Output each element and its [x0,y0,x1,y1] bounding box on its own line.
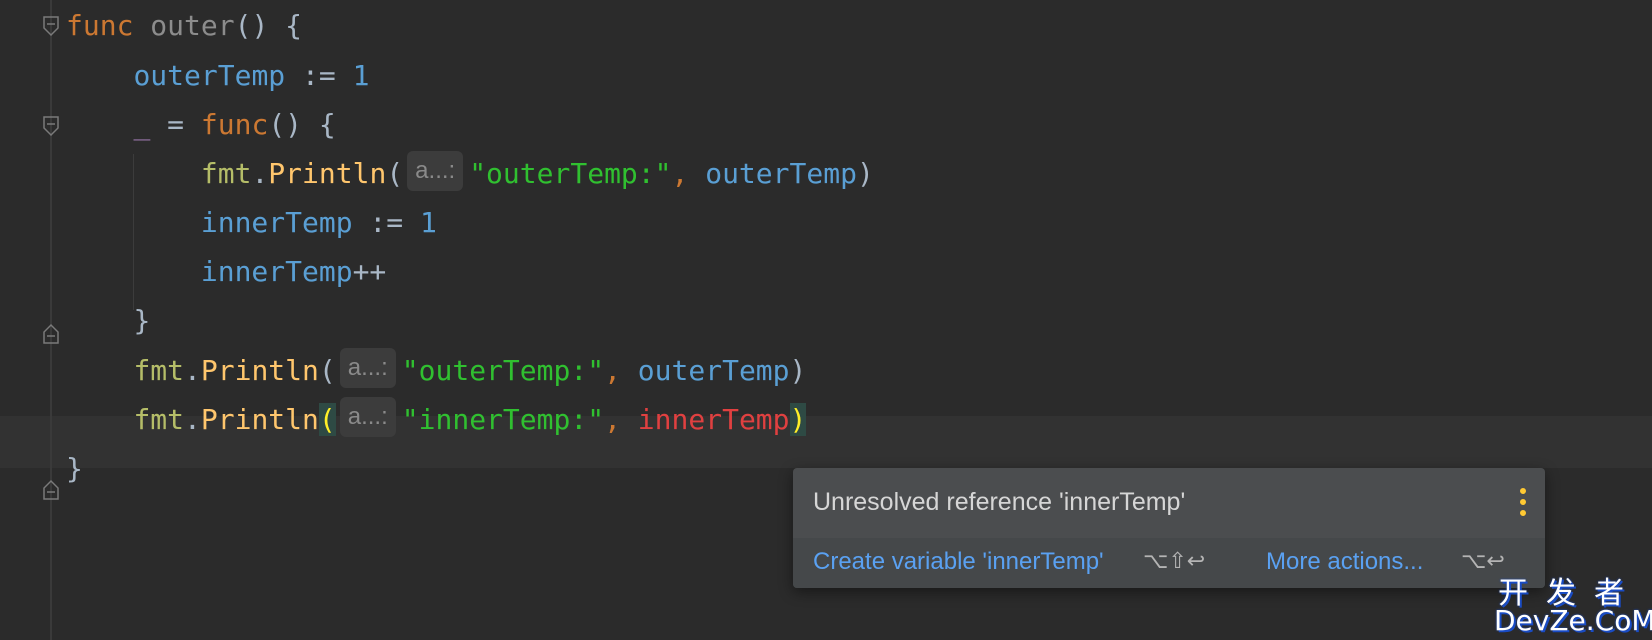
more-actions-link[interactable]: More actions... [1266,548,1423,576]
code-token: ) [856,157,874,190]
create-variable-action[interactable]: Create variable 'innerTemp' [813,548,1104,576]
code-token: } [66,452,83,485]
code-token: fmt [133,403,185,436]
error-popup: Unresolved reference 'innerTemp' Create … [793,468,1545,588]
code-token: Println [200,403,319,436]
code-line[interactable]: } [66,295,150,347]
code-line[interactable]: outerTemp := 1 [66,50,369,102]
code-token: ( [318,403,336,436]
popup-actions-bar: Create variable 'innerTemp' ⌥⇧↩ More act… [793,538,1545,588]
code-token: outerTemp [133,59,286,92]
code-token: ( [386,157,404,190]
code-line[interactable]: } [66,443,83,495]
code-token: _ [133,108,151,141]
fold-open-icon[interactable] [42,15,60,37]
code-token: outer [150,9,235,42]
code-token: fmt [200,157,252,190]
code-token: "outerTemp:" [401,354,605,387]
code-token: } [133,304,151,337]
code-token: Println [200,354,319,387]
error-message: Unresolved reference 'innerTemp' [813,488,1186,516]
watermark-en: DevZe.CoM [1494,604,1652,637]
code-token: func [66,9,134,42]
code-token: func [200,108,269,141]
code-token: ) [789,354,807,387]
code-token: "outerTemp:" [469,157,672,190]
code-token: 1 [352,59,370,92]
code-token: = [150,108,201,141]
code-token: . [251,157,269,190]
parameter-hint: a...: [339,397,396,437]
parameter-hint: a...: [339,348,396,388]
code-token: , [604,354,638,387]
code-token: := [352,206,421,239]
code-token: innerTemp [200,206,353,239]
code-token: , [604,403,638,436]
fold-open-icon[interactable] [42,115,60,137]
fold-close-icon[interactable] [42,323,60,345]
code-token: innerTemp [200,255,353,288]
parameter-hint: a...: [407,151,464,191]
code-token: outerTemp [637,354,790,387]
code-token: 1 [420,206,437,239]
code-token: "innerTemp:" [401,403,605,436]
code-token: () { [268,108,336,141]
code-line[interactable]: _ = func() { [66,99,336,151]
more-vertical-icon[interactable] [1515,488,1531,516]
code-token: . [184,403,201,436]
code-token: outerTemp [705,157,857,190]
code-line[interactable]: fmt.Println(a...: "innerTemp:", innerTemp… [66,394,807,446]
code-token: . [184,354,201,387]
code-line[interactable]: fmt.Println(a...: "outerTemp:", outerTemp… [66,345,806,397]
code-token: Println [268,157,387,190]
code-line[interactable]: innerTemp++ [66,246,386,298]
code-line[interactable]: innerTemp := 1 [66,197,437,249]
watermark-logo: 开发者 DevZe.CoM [1490,568,1652,640]
code-token: , [671,157,706,190]
create-variable-shortcut: ⌥⇧↩ [1143,548,1206,573]
code-line[interactable]: fmt.Println(a...: "outerTemp:", outerTemp… [66,148,874,200]
code-token: := [285,59,353,92]
code-token: ( [318,354,336,387]
code-token: ) [789,403,807,436]
code-token: () { [234,9,303,42]
fold-close-icon[interactable] [42,479,60,501]
code-line[interactable]: func outer() { [66,0,302,52]
code-token: ++ [352,255,387,288]
gutter-separator [50,0,52,640]
unresolved-reference: innerTemp [637,403,790,436]
code-token: fmt [133,354,185,387]
